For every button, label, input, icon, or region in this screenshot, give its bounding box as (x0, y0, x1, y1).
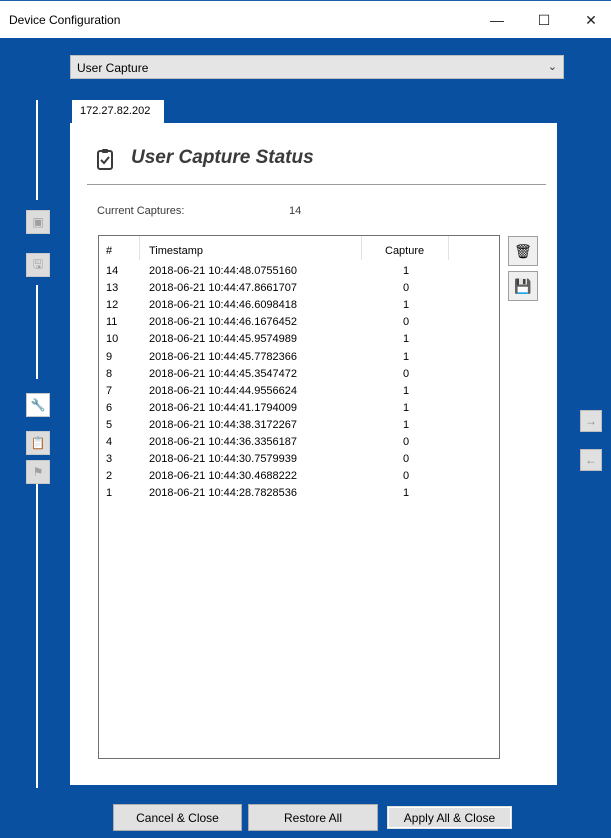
sidebar-divider (36, 100, 38, 200)
close-icon[interactable]: ✕ (571, 5, 611, 35)
next-arrow-icon[interactable]: → (580, 410, 602, 432)
captures-value: 14 (289, 205, 302, 217)
table-row[interactable]: 10 2018-06-21 10:44:45.9574989 1 (99, 333, 499, 350)
cell-timestamp: 2018-06-21 10:44:38.3172267 (149, 418, 298, 431)
header-capture: Capture (385, 245, 425, 257)
cell-num: 9 (106, 350, 113, 363)
cell-num: 8 (106, 367, 113, 380)
cell-timestamp: 2018-06-21 10:44:46.1676452 (149, 316, 298, 329)
maximize-icon[interactable]: ☐ (524, 5, 564, 35)
cell-timestamp: 2018-06-21 10:44:45.3547472 (149, 367, 298, 380)
table-row[interactable]: 5 2018-06-21 10:44:38.3172267 1 (99, 419, 499, 436)
cell-num: 13 (106, 282, 119, 295)
cell-timestamp: 2018-06-21 10:44:45.7782366 (149, 350, 298, 363)
window-title: Device Configuration (9, 13, 121, 27)
cell-capture: 0 (403, 453, 410, 466)
prev-arrow-icon[interactable]: ← (580, 449, 602, 471)
cell-timestamp: 2018-06-21 10:44:30.7579939 (149, 453, 298, 466)
cell-num: 4 (106, 436, 113, 448)
header-timestamp: Timestamp (149, 245, 203, 257)
trash-icon[interactable]: 🗑 (508, 236, 538, 266)
cell-num: 5 (106, 418, 113, 431)
cell-capture: 1 (403, 401, 410, 414)
cell-timestamp: 2018-06-21 10:44:46.6098418 (149, 299, 298, 312)
table-row[interactable]: 13 2018-06-21 10:44:47.8661707 0 (99, 282, 499, 299)
table-row[interactable]: 14 2018-06-21 10:44:48.0755160 1 (99, 265, 499, 282)
cell-timestamp: 2018-06-21 10:44:41.1794009 (149, 401, 298, 414)
apply-close-button[interactable]: Apply All & Close (385, 804, 514, 831)
cell-capture: 0 (403, 282, 410, 295)
window-titlebar: Device Configuration — ☐ ✕ (0, 0, 611, 38)
sidebar-divider (36, 285, 38, 379)
chevron-down-icon: ⌄ (547, 61, 557, 73)
title-divider (87, 184, 546, 185)
cell-timestamp: 2018-06-21 10:44:45.9574989 (149, 333, 298, 346)
cell-capture: 1 (403, 333, 410, 346)
captures-table[interactable]: # Timestamp Capture 14 2018-06-21 10:44:4… (98, 235, 500, 759)
cell-num: 10 (106, 333, 119, 346)
cell-num: 2 (106, 470, 113, 483)
cell-timestamp: 2018-06-21 10:44:30.4688222 (149, 470, 298, 483)
cell-num: 14 (106, 265, 119, 277)
wrench-icon[interactable]: 🔧 (26, 393, 50, 417)
table-row[interactable]: 11 2018-06-21 10:44:46.1676452 0 (99, 316, 499, 333)
cell-capture: 1 (403, 299, 410, 312)
cell-timestamp: 2018-06-21 10:44:44.9556624 (149, 384, 298, 397)
cell-capture: 1 (403, 350, 410, 363)
table-row[interactable]: 7 2018-06-21 10:44:44.9556624 1 (99, 385, 499, 402)
cell-num: 1 (106, 487, 113, 500)
column-separator (361, 236, 362, 260)
table-row[interactable]: 6 2018-06-21 10:44:41.1794009 1 (99, 402, 499, 419)
cell-num: 6 (106, 401, 113, 414)
cell-num: 3 (106, 453, 113, 466)
save-disk-icon[interactable]: 🖫 (26, 253, 50, 277)
tab-device[interactable]: 172.27.82.202 (72, 100, 164, 124)
open-image-icon[interactable]: ▣ (26, 210, 50, 234)
cell-timestamp: 2018-06-21 10:44:47.8661707 (149, 282, 298, 295)
table-row[interactable]: 9 2018-06-21 10:44:45.7782366 1 (99, 351, 499, 368)
save-icon[interactable]: 💾 (508, 271, 538, 301)
cell-capture: 0 (403, 470, 410, 483)
table-row[interactable]: 2 2018-06-21 10:44:30.4688222 0 (99, 470, 499, 487)
column-separator (139, 236, 140, 260)
cell-timestamp: 2018-06-21 10:44:48.0755160 (149, 265, 298, 277)
table-row[interactable]: 4 2018-06-21 10:44:36.3356187 0 (99, 436, 499, 453)
minimize-icon[interactable]: — (477, 5, 517, 35)
page-title: User Capture Status (131, 147, 314, 168)
captures-label: Current Captures: (97, 205, 185, 217)
cell-capture: 1 (403, 487, 410, 500)
sidebar-divider (36, 478, 38, 788)
cell-num: 7 (106, 384, 113, 397)
clipboard-icon[interactable]: 📋 (26, 431, 50, 455)
restore-all-button[interactable]: Restore All (248, 804, 378, 831)
cell-capture: 0 (403, 367, 410, 380)
header-num: # (106, 245, 113, 257)
module-select-value: User Capture (77, 61, 149, 75)
cell-capture: 1 (403, 265, 410, 277)
flag-icon[interactable]: ⚑ (26, 460, 50, 484)
cancel-close-button[interactable]: Cancel & Close (113, 804, 242, 831)
cell-timestamp: 2018-06-21 10:44:28.7828536 (149, 487, 298, 500)
cell-num: 11 (106, 316, 118, 329)
column-separator (448, 236, 449, 260)
cell-timestamp: 2018-06-21 10:44:36.3356187 (149, 436, 298, 448)
cell-capture: 1 (403, 384, 410, 397)
cell-capture: 1 (403, 418, 410, 431)
table-row[interactable]: 1 2018-06-21 10:44:28.7828536 1 (99, 487, 499, 504)
table-row[interactable]: 12 2018-06-21 10:44:46.6098418 1 (99, 299, 499, 316)
table-row[interactable]: 3 2018-06-21 10:44:30.7579939 0 (99, 453, 499, 470)
clipboard-check-icon (97, 149, 113, 170)
module-select[interactable]: User Capture ⌄ (70, 55, 564, 79)
cell-num: 12 (106, 299, 119, 312)
cell-capture: 0 (403, 316, 410, 329)
table-row[interactable]: 8 2018-06-21 10:44:45.3547472 0 (99, 368, 499, 385)
cell-capture: 0 (403, 436, 410, 448)
